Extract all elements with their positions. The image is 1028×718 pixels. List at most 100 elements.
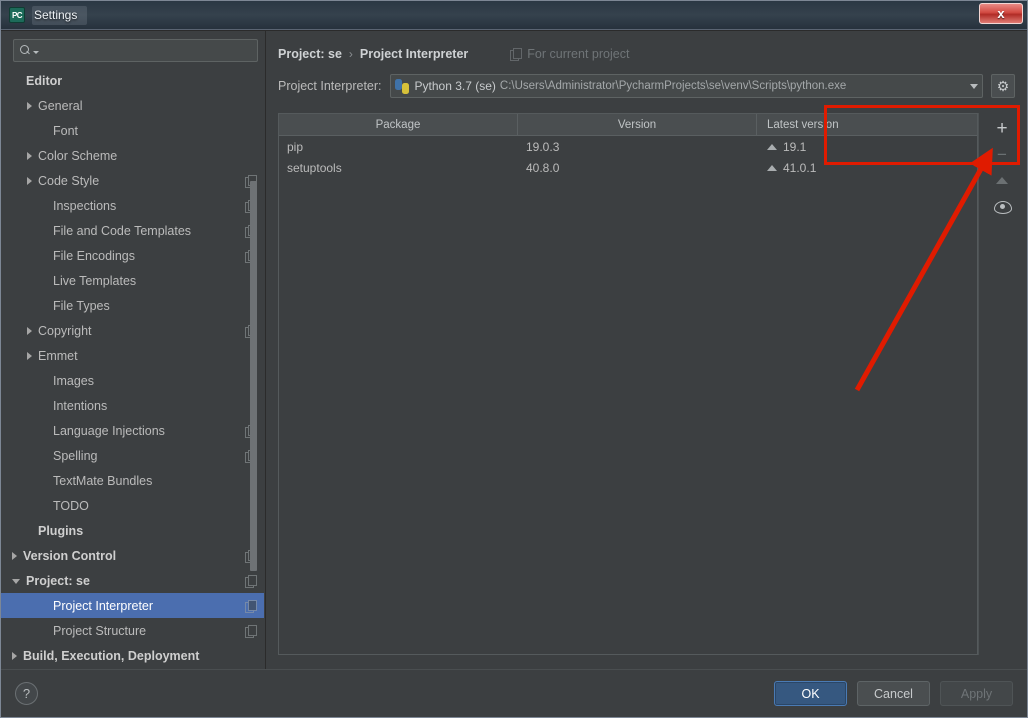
chevron-right-icon[interactable]: [12, 652, 17, 660]
breadcrumb-current: Project Interpreter: [360, 47, 468, 61]
show-early-releases-button[interactable]: [990, 193, 1014, 219]
packages-scrollbar[interactable]: [978, 113, 987, 655]
sidebar-item-font[interactable]: Font: [1, 118, 264, 143]
cancel-button[interactable]: Cancel: [857, 681, 930, 706]
ok-button[interactable]: OK: [774, 681, 847, 706]
sidebar-item-intentions[interactable]: Intentions: [1, 393, 264, 418]
apply-button: Apply: [940, 681, 1013, 706]
sidebar-item-label: Intentions: [53, 399, 107, 413]
sidebar-item-images[interactable]: Images: [1, 368, 264, 393]
search-wrapper: [1, 39, 264, 68]
packages-table-body: pip19.0.319.1setuptools40.8.041.0.1: [279, 136, 977, 178]
sidebar-item-label: TextMate Bundles: [53, 474, 152, 488]
interpreter-name: Python 3.7 (se): [415, 79, 496, 93]
search-box[interactable]: [13, 39, 258, 62]
breadcrumb: Project: se › Project Interpreter For cu…: [278, 41, 1015, 67]
copy-icon: [510, 48, 521, 60]
sidebar-item-file-types[interactable]: File Types: [1, 293, 264, 318]
sidebar-item-textmate-bundles[interactable]: TextMate Bundles: [1, 468, 264, 493]
interpreter-settings-button[interactable]: ⚙: [991, 74, 1015, 98]
sidebar-item-project-interpreter[interactable]: Project Interpreter: [1, 593, 264, 618]
sidebar-item-label: Project Interpreter: [53, 599, 153, 613]
triangle-up-icon: [767, 144, 777, 150]
chevron-right-icon[interactable]: [27, 177, 32, 185]
sidebar-item-label: Copyright: [38, 324, 92, 338]
window-title: Settings: [32, 6, 87, 25]
sidebar-item-spelling[interactable]: Spelling: [1, 443, 264, 468]
cell-latest-version: 41.0.1: [757, 161, 977, 175]
sidebar-item-label: Emmet: [38, 349, 78, 363]
sidebar-item-todo[interactable]: TODO: [1, 493, 264, 518]
search-icon: [19, 44, 32, 57]
close-button[interactable]: x: [979, 3, 1023, 24]
add-package-button[interactable]: +: [990, 115, 1014, 141]
sidebar-item-label: Spelling: [53, 449, 97, 463]
dialog-content: Editor General Font Color Scheme Code Style I…: [1, 30, 1027, 717]
search-input[interactable]: [39, 44, 252, 58]
sidebar-item-label: Project: se: [26, 574, 90, 588]
sidebar-item-label: Images: [53, 374, 94, 388]
eye-icon: [994, 201, 1010, 212]
breadcrumb-separator: ›: [349, 47, 353, 61]
sidebar-item-project-structure[interactable]: Project Structure: [1, 618, 264, 643]
chevron-right-icon[interactable]: [12, 552, 17, 560]
sidebar-item-copyright[interactable]: Copyright: [1, 318, 264, 343]
chevron-right-icon[interactable]: [27, 102, 32, 110]
settings-dialog: PC Settings x Editor General Font Color Sch…: [0, 0, 1028, 718]
sidebar-item-label: Project Structure: [53, 624, 146, 638]
sidebar-item-label: Language Injections: [53, 424, 165, 438]
sidebar-item-version-control[interactable]: Version Control: [1, 543, 264, 568]
sidebar-item-editor[interactable]: Editor: [1, 68, 264, 93]
column-header-latest-version[interactable]: Latest version: [757, 114, 977, 135]
triangle-up-icon: [767, 165, 777, 171]
sidebar-item-live-templates[interactable]: Live Templates: [1, 268, 264, 293]
interpreter-select[interactable]: Python 3.7 (se) C:\Users\Administrator\P…: [390, 74, 983, 98]
scope-label: For current project: [527, 47, 629, 61]
sidebar-item-label: Editor: [26, 74, 62, 88]
chevron-down-icon[interactable]: [970, 84, 978, 89]
sidebar-item-label: File Types: [53, 299, 110, 313]
interpreter-label: Project Interpreter:: [278, 79, 382, 93]
interpreter-path: C:\Users\Administrator\PycharmProjects\s…: [500, 80, 964, 92]
main-panel: Project: se › Project Interpreter For cu…: [266, 31, 1027, 669]
sidebar-item-label: TODO: [53, 499, 89, 513]
sidebar-item-code-style[interactable]: Code Style: [1, 168, 264, 193]
sidebar-item-label: General: [38, 99, 82, 113]
triangle-up-icon: [996, 177, 1008, 184]
sidebar-item-project-se[interactable]: Project: se: [1, 568, 264, 593]
packages-table[interactable]: Package Version Latest version pip19.0.3…: [278, 113, 978, 655]
sidebar-item-color-scheme[interactable]: Color Scheme: [1, 143, 264, 168]
table-row[interactable]: pip19.0.319.1: [279, 136, 977, 157]
settings-tree[interactable]: Editor General Font Color Scheme Code Style I…: [1, 68, 264, 669]
chevron-right-icon[interactable]: [27, 327, 32, 335]
sidebar-item-file-and-code-templates[interactable]: File and Code Templates: [1, 218, 264, 243]
dialog-body: Editor General Font Color Scheme Code Style I…: [1, 31, 1027, 669]
column-header-package[interactable]: Package: [279, 114, 518, 135]
packages-toolbar: + −: [989, 113, 1015, 655]
sidebar-item-plugins[interactable]: Plugins: [1, 518, 264, 543]
sidebar-item-build-execution-deployment[interactable]: Build, Execution, Deployment: [1, 643, 264, 668]
sidebar-item-label: Inspections: [53, 199, 116, 213]
sidebar-scrollbar-thumb[interactable]: [250, 181, 257, 571]
help-button[interactable]: ?: [15, 682, 38, 705]
sidebar-item-general[interactable]: General: [1, 93, 264, 118]
breadcrumb-parent[interactable]: Project: se: [278, 47, 342, 61]
sidebar-item-label: Version Control: [23, 549, 116, 563]
sidebar-item-inspections[interactable]: Inspections: [1, 193, 264, 218]
sidebar-item-label: Color Scheme: [38, 149, 117, 163]
sidebar-item-label: Code Style: [38, 174, 99, 188]
sidebar-scrollbar[interactable]: [249, 31, 258, 669]
column-header-version[interactable]: Version: [518, 114, 757, 135]
upgrade-package-button: [990, 167, 1014, 193]
chevron-right-icon[interactable]: [27, 152, 32, 160]
chevron-right-icon[interactable]: [27, 352, 32, 360]
sidebar-item-language-injections[interactable]: Language Injections: [1, 418, 264, 443]
sidebar-item-label: Font: [53, 124, 78, 138]
remove-package-button: −: [990, 141, 1014, 167]
table-row[interactable]: setuptools40.8.041.0.1: [279, 157, 977, 178]
title-bar: PC Settings x: [1, 1, 1027, 30]
sidebar-item-label: Plugins: [38, 524, 83, 538]
sidebar-item-emmet[interactable]: Emmet: [1, 343, 264, 368]
chevron-down-icon[interactable]: [12, 579, 20, 584]
sidebar-item-file-encodings[interactable]: File Encodings: [1, 243, 264, 268]
